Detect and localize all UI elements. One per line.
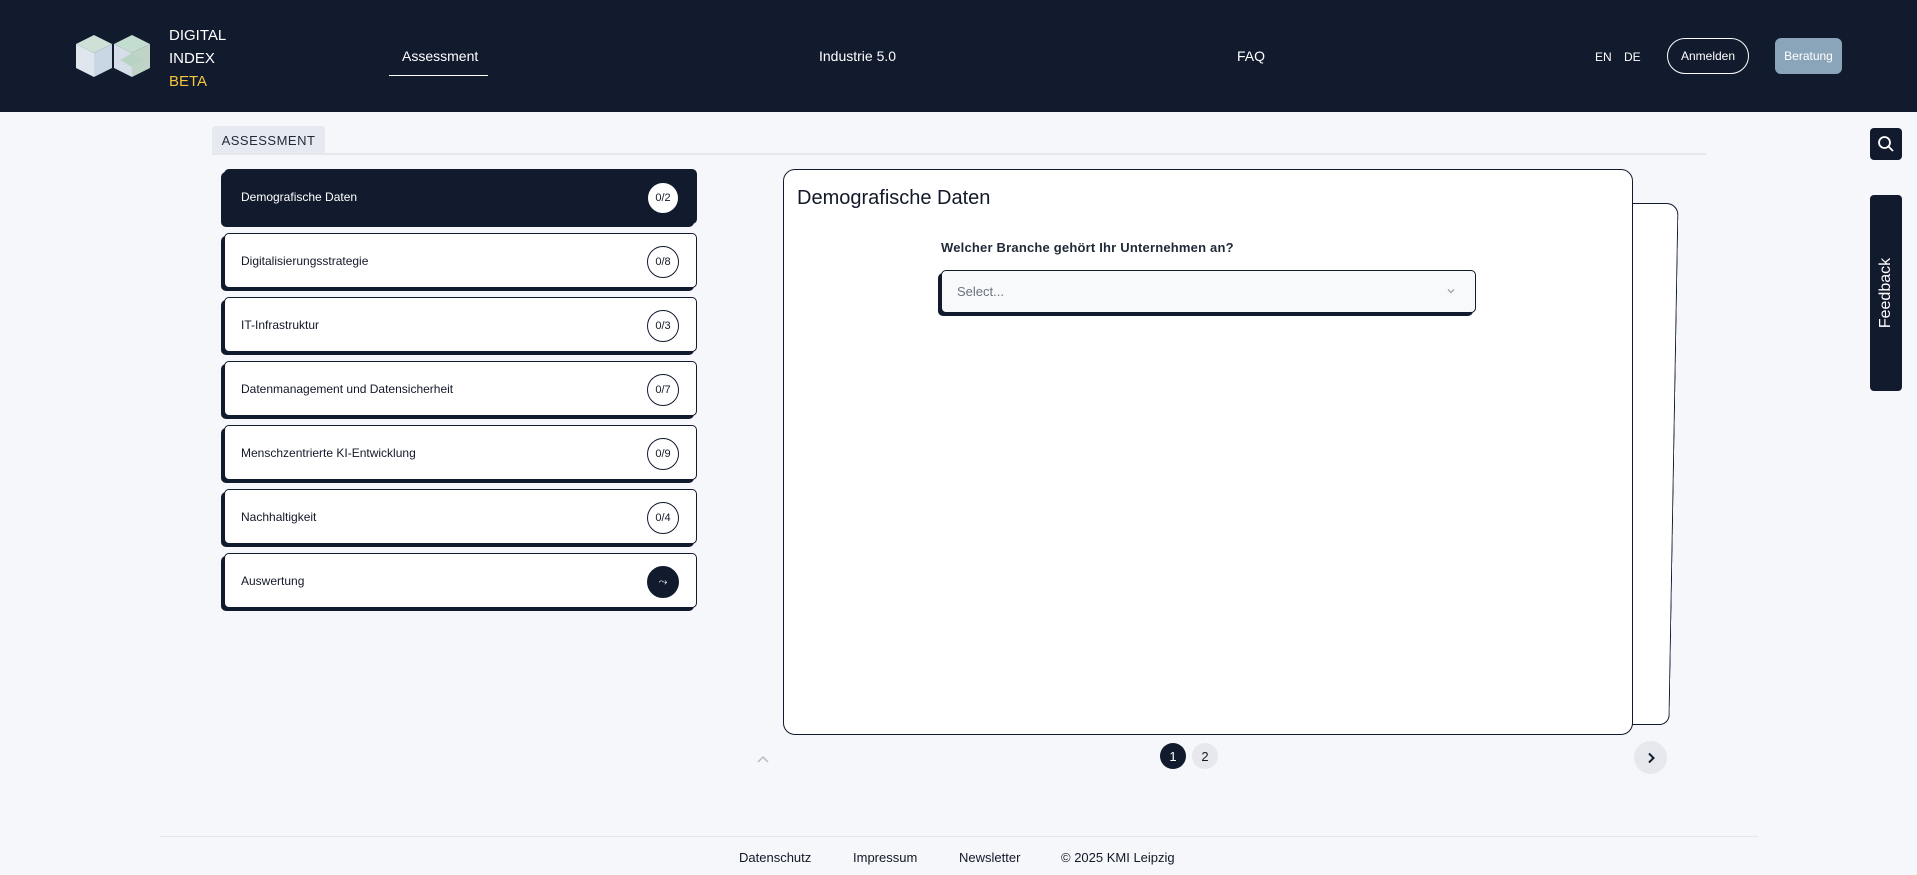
category-label: Demografische Daten (241, 189, 358, 204)
brand-line-1: DIGITAL (169, 27, 227, 44)
footer-copyright: © 2025 KMI Leipzig (1061, 850, 1175, 865)
card-title: Demografische Daten (797, 187, 991, 209)
footer-divider (160, 836, 1758, 837)
next-button[interactable] (1634, 741, 1667, 774)
category-count: 0/2 (647, 182, 679, 214)
category-label: Nachhaltigkeit (241, 509, 317, 524)
nav-active-underline (389, 75, 488, 76)
feedback-label: Feedback (1877, 257, 1895, 329)
chevron-down-icon (1447, 289, 1455, 294)
login-button[interactable]: Anmelden (1667, 38, 1749, 74)
brand-line-2: INDEX (169, 50, 215, 67)
category-it-infrastruktur[interactable]: IT-Infrastruktur 0/3 (224, 297, 697, 352)
category-digitalisierungsstrategie[interactable]: Digitalisierungsstrategie 0/8 (224, 233, 697, 288)
category-count: 0/8 (647, 246, 679, 278)
category-label: Datenmanagement und Datensicherheit (241, 381, 454, 396)
category-label: IT-Infrastruktur (241, 317, 320, 332)
nav-assessment[interactable]: Assessment (402, 48, 478, 64)
brand-beta: BETA (169, 73, 208, 90)
search-icon (1878, 136, 1894, 152)
category-menschzentrierte-ki[interactable]: Menschzentrierte KI-Entwicklung 0/9 (224, 425, 697, 480)
category-datenmanagement[interactable]: Datenmanagement und Datensicherheit 0/7 (224, 361, 697, 416)
category-label: Auswertung (241, 573, 305, 588)
category-auswertung[interactable]: Auswertung ⤳ (224, 553, 697, 608)
chevron-right-icon (1647, 752, 1655, 763)
select-placeholder: Select... (957, 284, 1004, 299)
chevron-up-icon[interactable] (752, 748, 774, 770)
page-2-button[interactable]: 2 (1192, 743, 1218, 769)
page-1-button[interactable]: 1 (1160, 743, 1186, 769)
category-label: Menschzentrierte KI-Entwicklung (241, 445, 416, 460)
question-card: Demografische Daten Welcher Branche gehö… (783, 169, 1633, 735)
category-count: 0/4 (647, 502, 679, 534)
category-count: 0/7 (647, 374, 679, 406)
section-divider (212, 153, 1706, 155)
lang-de[interactable]: DE (1624, 50, 1641, 64)
section-tab-assessment: ASSESSMENT (212, 126, 325, 154)
brand-text[interactable]: DIGITAL INDEX BETA (169, 24, 226, 93)
question-text: Welcher Branche gehört Ihr Unternehmen a… (941, 240, 1234, 255)
feedback-tab[interactable]: Feedback (1870, 195, 1902, 391)
footer-newsletter-link[interactable]: Newsletter (959, 850, 1020, 865)
evaluation-arrow-icon: ⤳ (647, 566, 679, 598)
category-nachhaltigkeit[interactable]: Nachhaltigkeit 0/4 (224, 489, 697, 544)
category-label: Digitalisierungsstrategie (241, 253, 369, 268)
category-count: 0/9 (647, 438, 679, 470)
category-count: 0/3 (647, 310, 679, 342)
footer-impressum-link[interactable]: Impressum (853, 850, 917, 865)
footer-datenschutz-link[interactable]: Datenschutz (739, 850, 811, 865)
nav-industrie[interactable]: Industrie 5.0 (819, 48, 896, 64)
category-demografische-daten[interactable]: Demografische Daten 0/2 (224, 169, 697, 224)
beratung-button[interactable]: Beratung (1775, 38, 1842, 74)
top-header: DIGITAL INDEX BETA Assessment Industrie … (0, 0, 1917, 112)
nav-faq[interactable]: FAQ (1237, 48, 1265, 64)
lang-en[interactable]: EN (1595, 50, 1612, 64)
branche-select[interactable]: Select... (941, 270, 1476, 313)
search-button[interactable] (1870, 128, 1902, 160)
cube-logo-icon[interactable] (74, 33, 152, 79)
